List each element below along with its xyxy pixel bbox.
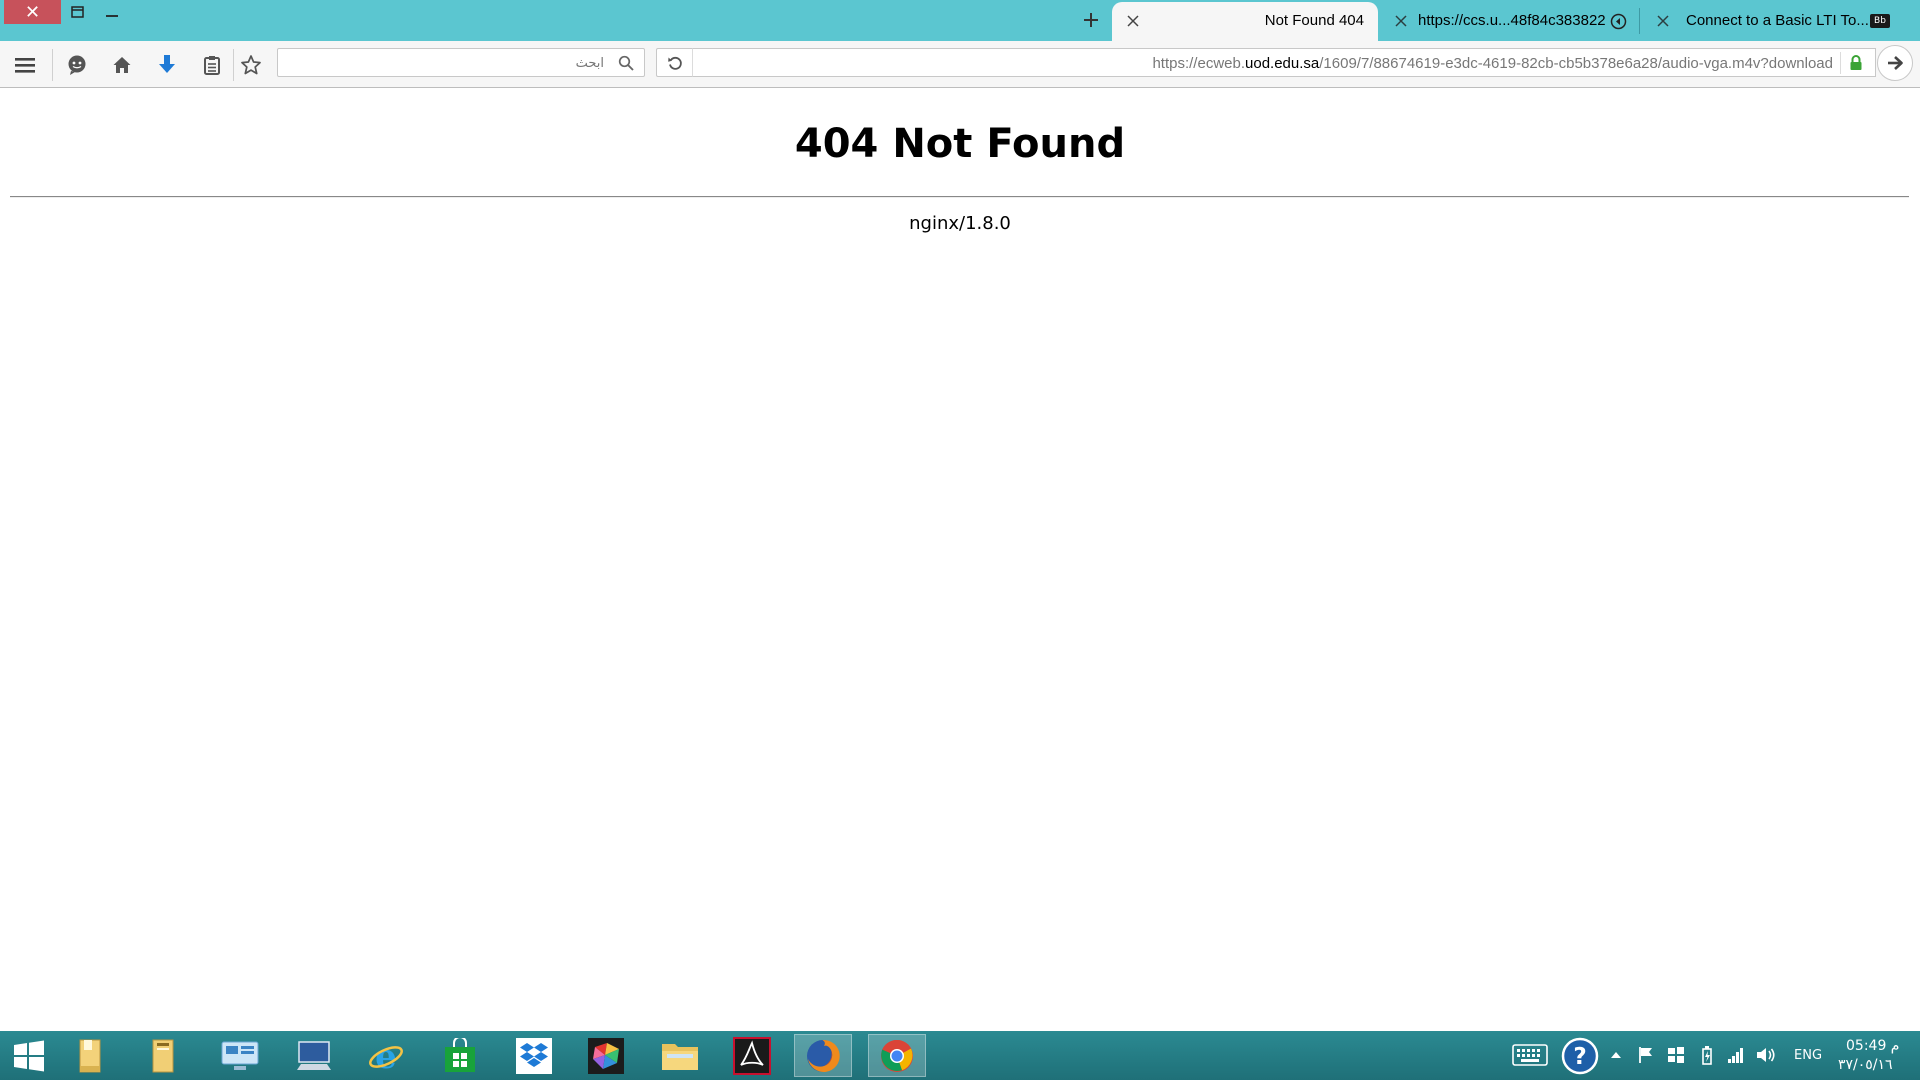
- lock-icon[interactable]: [1849, 55, 1863, 71]
- chat-icon[interactable]: [64, 52, 90, 78]
- input-language[interactable]: ENG: [1794, 1048, 1822, 1063]
- touch-keyboard-icon[interactable]: [1512, 1043, 1548, 1067]
- power-battery-icon[interactable]: [1697, 1045, 1717, 1065]
- address-bar[interactable]: https://ecweb.uod.edu.sa/1609/7/88674619…: [692, 48, 1876, 77]
- paint-app-icon[interactable]: [577, 1034, 635, 1077]
- page-title: 404 Not Found: [794, 121, 1126, 167]
- volume-icon[interactable]: [1756, 1045, 1776, 1065]
- home-icon[interactable]: [109, 52, 135, 78]
- tab-title: Not Found 404: [1264, 12, 1364, 29]
- help-icon[interactable]: ?: [1560, 1036, 1600, 1076]
- tab-close-icon[interactable]: [1394, 14, 1408, 28]
- folder-icon[interactable]: [651, 1034, 709, 1077]
- clock-time[interactable]: 05:49 م: [1846, 1038, 1899, 1054]
- reload-icon: [667, 56, 682, 70]
- tab-title: https://ccs.u...48f84c383822: [1418, 12, 1606, 29]
- tab-close-icon[interactable]: [1656, 14, 1670, 28]
- media-playing-icon: [1610, 13, 1627, 30]
- window-restore-icon[interactable]: [68, 2, 88, 22]
- documents-folder-icon[interactable]: [134, 1034, 192, 1077]
- window-close-button[interactable]: ✕: [4, 0, 61, 24]
- menu-icon[interactable]: [12, 52, 38, 78]
- taskbar: e ? ENG 05:49 م ٣٧/٠٥/١٦: [0, 1031, 1920, 1080]
- reading-list-icon[interactable]: [199, 52, 225, 78]
- tab-close-icon[interactable]: [1126, 14, 1140, 28]
- download-icon[interactable]: [154, 52, 180, 78]
- action-center-flag-icon[interactable]: [1636, 1045, 1656, 1065]
- tab-separator: [1639, 8, 1640, 34]
- show-hidden-icons-icon[interactable]: [1606, 1045, 1626, 1065]
- windows-update-icon[interactable]: [1666, 1045, 1686, 1065]
- computer-icon[interactable]: [285, 1034, 343, 1077]
- dropbox-icon[interactable]: [505, 1034, 563, 1077]
- window-minimize-icon[interactable]: [102, 2, 122, 22]
- adobe-acrobat-icon[interactable]: [723, 1034, 781, 1077]
- url-path: /1609/7/88674619-e3dc-4619-82cb-cb5b378e…: [1319, 55, 1833, 72]
- tab-connect-lti[interactable]: Connect to a Basic LTI To... Bb: [1642, 2, 1920, 41]
- server-signature: nginx/1.8.0: [909, 213, 1011, 234]
- tab-ccs[interactable]: https://ccs.u...48f84c383822: [1380, 2, 1638, 41]
- toolbar-separator: [233, 49, 234, 81]
- tab-title: Connect to a Basic LTI To...: [1686, 12, 1869, 29]
- svg-text:e: e: [375, 1037, 397, 1075]
- arrow-right-icon: [1888, 56, 1903, 70]
- search-icon: [618, 55, 634, 71]
- url-text[interactable]: https://ecweb.uod.edu.sa/1609/7/88674619…: [1152, 55, 1833, 72]
- lock-separator: [1840, 52, 1841, 74]
- clock-date[interactable]: ٣٧/٠٥/١٦: [1838, 1057, 1893, 1073]
- file-explorer-folder-icon[interactable]: [61, 1034, 119, 1077]
- svg-text:?: ?: [1573, 1044, 1586, 1070]
- search-box[interactable]: [277, 48, 645, 77]
- bookmark-star-icon[interactable]: [238, 52, 264, 78]
- reload-button[interactable]: [656, 48, 692, 77]
- remote-desktop-icon[interactable]: [211, 1034, 269, 1077]
- toolbar-separator: [52, 49, 53, 81]
- search-input[interactable]: [284, 53, 604, 73]
- blackboard-favicon-icon: Bb: [1870, 14, 1890, 28]
- chrome-icon[interactable]: [868, 1034, 926, 1077]
- divider: [10, 196, 1909, 198]
- new-tab-button[interactable]: [1078, 7, 1104, 33]
- url-prefix: https://ecweb.: [1152, 55, 1246, 72]
- network-signal-icon[interactable]: [1726, 1045, 1746, 1065]
- navigation-toolbar: https://ecweb.uod.edu.sa/1609/7/88674619…: [0, 41, 1920, 88]
- internet-explorer-icon[interactable]: e: [357, 1034, 415, 1077]
- windows-start-icon[interactable]: [0, 1034, 58, 1077]
- tab-bar: ✕ Not Found 404 https://ccs.u...48f84c38…: [0, 0, 1920, 41]
- tab-not-found[interactable]: Not Found 404: [1112, 2, 1378, 41]
- firefox-icon[interactable]: [794, 1034, 852, 1077]
- windows-store-icon[interactable]: [431, 1034, 489, 1077]
- url-domain: uod.edu.sa: [1245, 55, 1320, 72]
- go-forward-button[interactable]: [1877, 45, 1913, 81]
- page-content: 404 Not Found nginx/1.8.0: [0, 89, 1920, 1031]
